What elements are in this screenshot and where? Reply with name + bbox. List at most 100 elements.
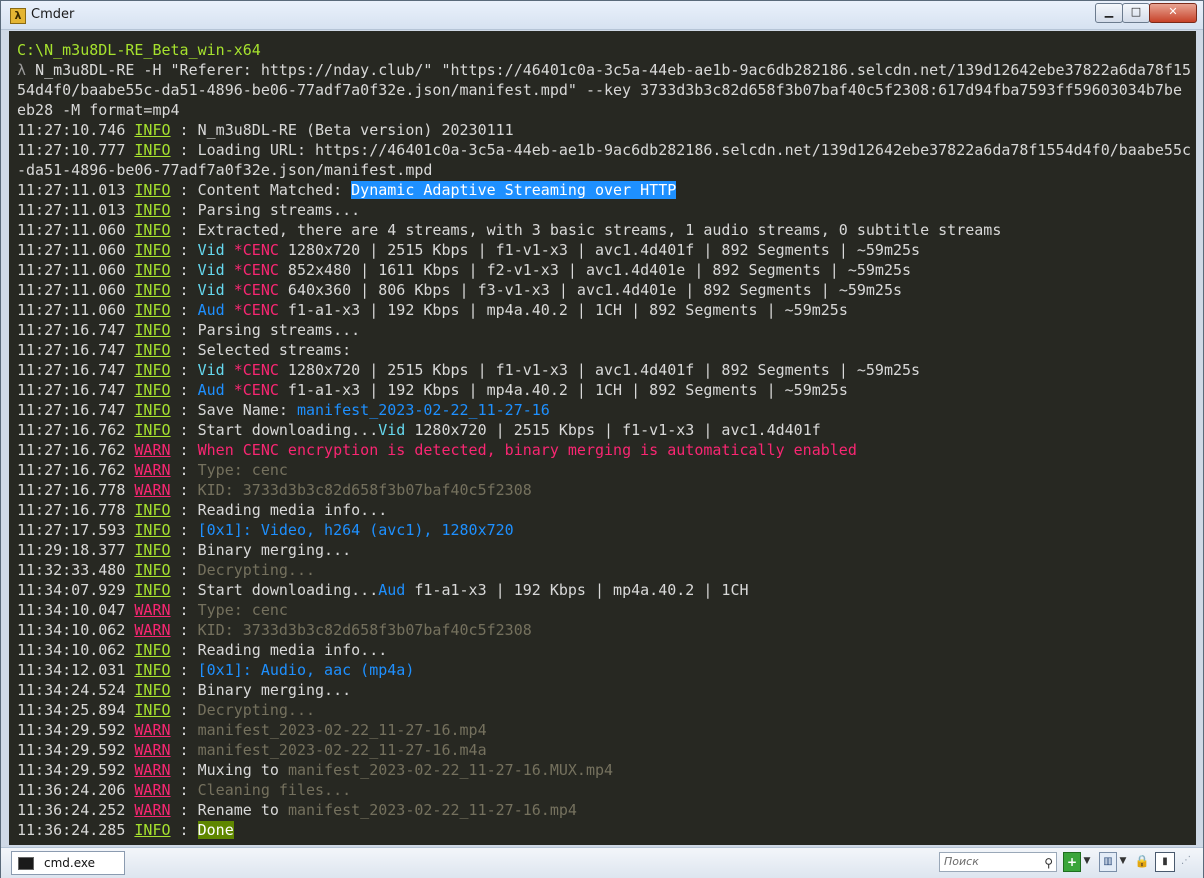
timestamp: 11:27:11.060 (17, 301, 135, 319)
console-text: f1-a1-x3 | 192 Kbps | mp4a.40.2 | 1CH | … (278, 301, 848, 319)
console-line: 11:27:11.013 INFO : Parsing streams... (17, 200, 1196, 220)
console-text: Rename to (197, 801, 288, 819)
console-line: 11:34:07.929 INFO : Start downloading...… (17, 580, 1196, 600)
console-text: Type: cenc (197, 601, 288, 619)
search-icon[interactable]: ⚲ (1044, 854, 1053, 872)
console-text: : (170, 201, 198, 219)
console-line: 11:34:29.592 WARN : manifest_2023-02-22_… (17, 740, 1196, 760)
log-level-label: INFO (134, 221, 171, 239)
timestamp: 11:34:29.592 (17, 741, 135, 759)
console-text: : (170, 481, 198, 499)
panel-toggle-icon[interactable]: ▮ (1155, 852, 1175, 872)
console-text: KID: 3733d3b3c82d658f3b07baf40c5f2308 (197, 621, 532, 639)
log-level-label: WARN (134, 761, 171, 779)
console-text: *CENC (233, 281, 279, 299)
timestamp: 11:34:10.062 (17, 621, 135, 639)
resize-grip-icon[interactable]: ⋰ (1179, 852, 1193, 870)
minimize-button[interactable]: ▁ (1095, 3, 1123, 23)
console-text: Vid (197, 361, 225, 379)
console-line: 11:27:11.060 INFO : Vid *CENC 852x480 | … (17, 260, 1196, 280)
console-text: : (170, 761, 198, 779)
timestamp: 11:34:25.894 (17, 701, 135, 719)
console-line: 11:27:16.762 WARN : When CENC encryption… (17, 440, 1196, 460)
title-bar[interactable]: λ Cmder ▁ □ ✕ (1, 1, 1203, 30)
console-line: 11:36:24.206 WARN : Cleaning files... (17, 780, 1196, 800)
cmder-lambda-icon[interactable]: λ (10, 8, 26, 24)
timestamp: 11:34:10.047 (17, 601, 135, 619)
console-line: 11:34:29.592 WARN : manifest_2023-02-22_… (17, 720, 1196, 740)
lock-icon[interactable]: 🔒 (1134, 852, 1150, 870)
new-console-button[interactable]: + (1063, 852, 1081, 872)
console-text: : (170, 601, 198, 619)
console-text: Muxing to (197, 761, 288, 779)
console-line: 54d4f0/baabe55c-da51-4896-be06-77adf7a0f… (17, 80, 1196, 100)
console-text: Parsing streams... (197, 201, 361, 219)
console-text: *CENC (233, 241, 279, 259)
console-icon (18, 857, 34, 870)
console-line: 11:34:24.524 INFO : Binary merging... (17, 680, 1196, 700)
search-placeholder: Поиск (944, 855, 979, 868)
timestamp: 11:34:07.929 (17, 581, 135, 599)
timestamp: 11:34:29.592 (17, 721, 135, 739)
console-text: : (170, 401, 198, 419)
timestamp: 11:36:24.252 (17, 801, 135, 819)
console-output[interactable]: C:\N_m3u8DL-RE_Beta_win-x64 λ N_m3u8DL-RE… (9, 31, 1196, 845)
console-text: *CENC (233, 261, 279, 279)
console-text: *CENC (233, 361, 279, 379)
console-text: : (170, 381, 198, 399)
console-line: 11:27:11.060 INFO : Aud *CENC f1-a1-x3 |… (17, 300, 1196, 320)
console-line: 11:27:10.746 INFO : N_m3u8DL-RE (Beta ve… (17, 120, 1196, 140)
new-console-dropdown-icon[interactable]: ▼ (1082, 852, 1092, 870)
console-text: -da51-4896-be06-77adf7a0f32e.json/manife… (17, 161, 433, 179)
log-level-label: INFO (134, 321, 171, 339)
log-level-label: INFO (134, 641, 171, 659)
console-text: : (170, 221, 198, 239)
console-text: Vid (197, 281, 225, 299)
console-text: When CENC encryption is detected, binary… (197, 441, 857, 459)
console-text: : (170, 141, 198, 159)
log-level-label: INFO (134, 341, 171, 359)
console-line: 11:27:16.747 INFO : Parsing streams... (17, 320, 1196, 340)
window-layout-icon[interactable]: ▥ (1099, 852, 1117, 872)
log-level-label: INFO (134, 281, 171, 299)
console-text: : (170, 121, 198, 139)
log-level-label: INFO (134, 301, 171, 319)
console-text: Aud (197, 301, 225, 319)
timestamp: 11:34:10.062 (17, 641, 135, 659)
console-text: : (170, 501, 198, 519)
timestamp: 11:27:16.762 (17, 461, 135, 479)
search-input[interactable]: Поиск ⚲ (939, 852, 1057, 872)
log-level-label: INFO (134, 701, 171, 719)
timestamp: 11:36:24.285 (17, 821, 135, 839)
console-text: Reading media info... (197, 641, 388, 659)
log-level-label: WARN (134, 601, 171, 619)
log-level-label: WARN (134, 461, 171, 479)
console-text: Parsing streams... (197, 321, 361, 339)
timestamp: 11:27:11.060 (17, 261, 135, 279)
log-level-label: WARN (134, 481, 171, 499)
console-text: Reading media info... (197, 501, 388, 519)
log-level-label: INFO (134, 401, 171, 419)
console-line: 11:34:10.062 INFO : Reading media info..… (17, 640, 1196, 660)
console-line: 11:27:11.013 INFO : Content Matched: Dyn… (17, 180, 1196, 200)
tab-cmd-exe[interactable]: cmd.exe (11, 851, 125, 875)
console-text: : (170, 641, 198, 659)
log-level-label: WARN (134, 621, 171, 639)
maximize-button[interactable]: □ (1122, 3, 1150, 23)
layout-dropdown-icon[interactable]: ▼ (1118, 852, 1128, 870)
close-button[interactable]: ✕ (1149, 3, 1197, 23)
console-text: Aud (378, 581, 406, 599)
console-line: λ N_m3u8DL-RE -H "Referer: https://nday.… (17, 60, 1196, 80)
timestamp: 11:27:11.013 (17, 181, 135, 199)
tab-label: cmd.exe (44, 856, 96, 870)
console-text: Vid (197, 241, 225, 259)
console-line: 11:27:16.747 INFO : Selected streams: (17, 340, 1196, 360)
console-text: : (170, 181, 198, 199)
timestamp: 11:34:24.524 (17, 681, 135, 699)
console-text: manifest_2023-02-22_11-27-16 (296, 401, 550, 419)
console-text: Vid (197, 261, 225, 279)
log-level-label: INFO (134, 681, 171, 699)
console-text: : (170, 581, 198, 599)
